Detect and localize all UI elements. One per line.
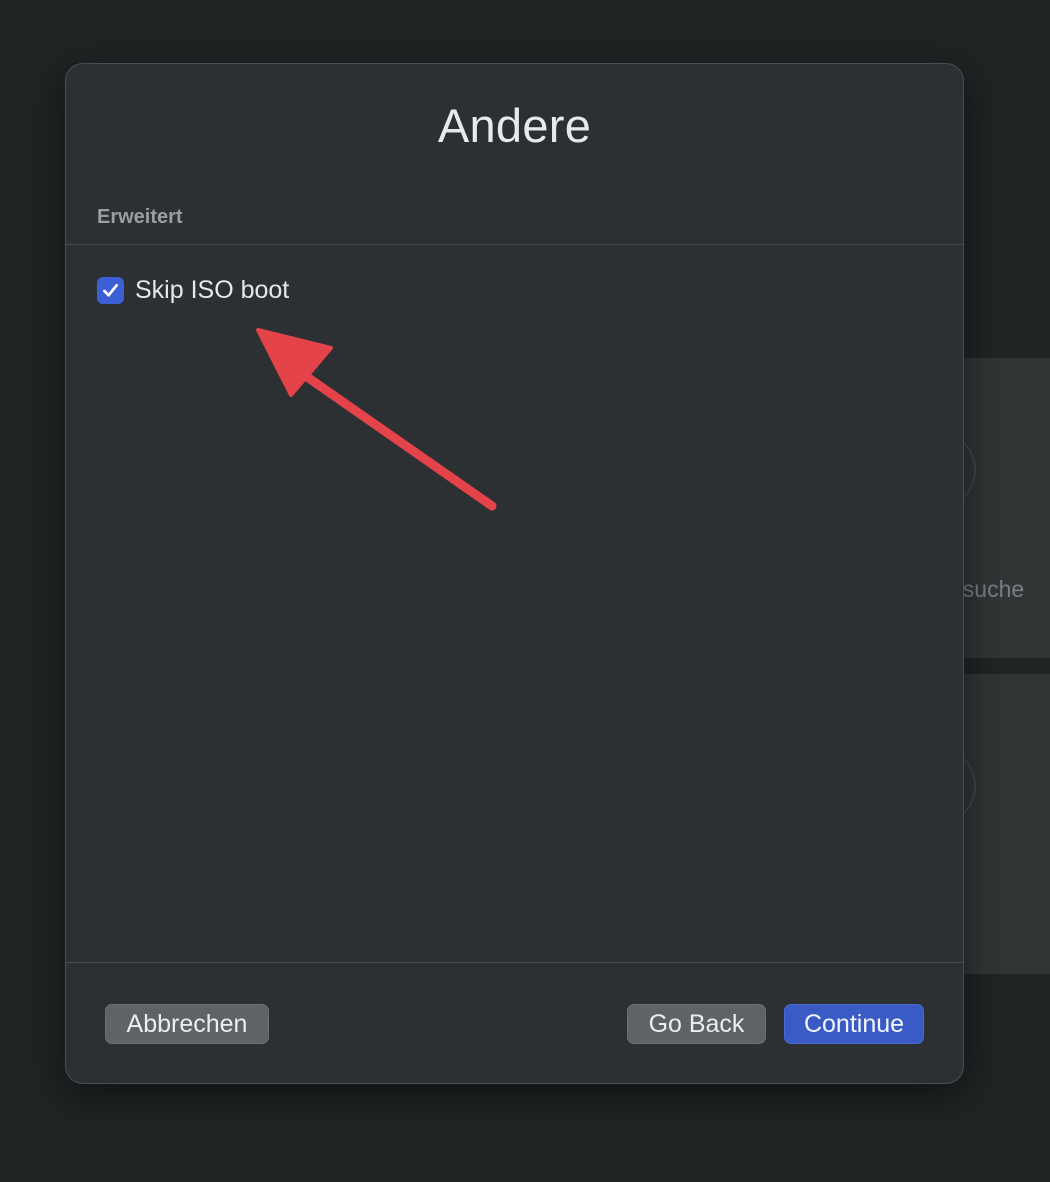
- checkmark-icon: [102, 283, 119, 297]
- go-back-button[interactable]: Go Back: [627, 1004, 766, 1044]
- skip-iso-boot-option[interactable]: Skip ISO boot: [97, 276, 289, 305]
- dialog-window: Andere Erweitert Skip ISO boot Abbrechen…: [65, 63, 964, 1084]
- footer-divider: [66, 962, 963, 963]
- section-divider: [66, 244, 963, 245]
- continue-button[interactable]: Continue: [784, 1004, 924, 1044]
- section-label-advanced: Erweitert: [97, 206, 183, 228]
- dialog-title: Andere: [437, 99, 592, 152]
- cancel-button[interactable]: Abbrechen: [105, 1004, 269, 1044]
- skip-iso-boot-label: Skip ISO boot: [135, 276, 290, 304]
- skip-iso-boot-checkbox[interactable]: [97, 277, 124, 304]
